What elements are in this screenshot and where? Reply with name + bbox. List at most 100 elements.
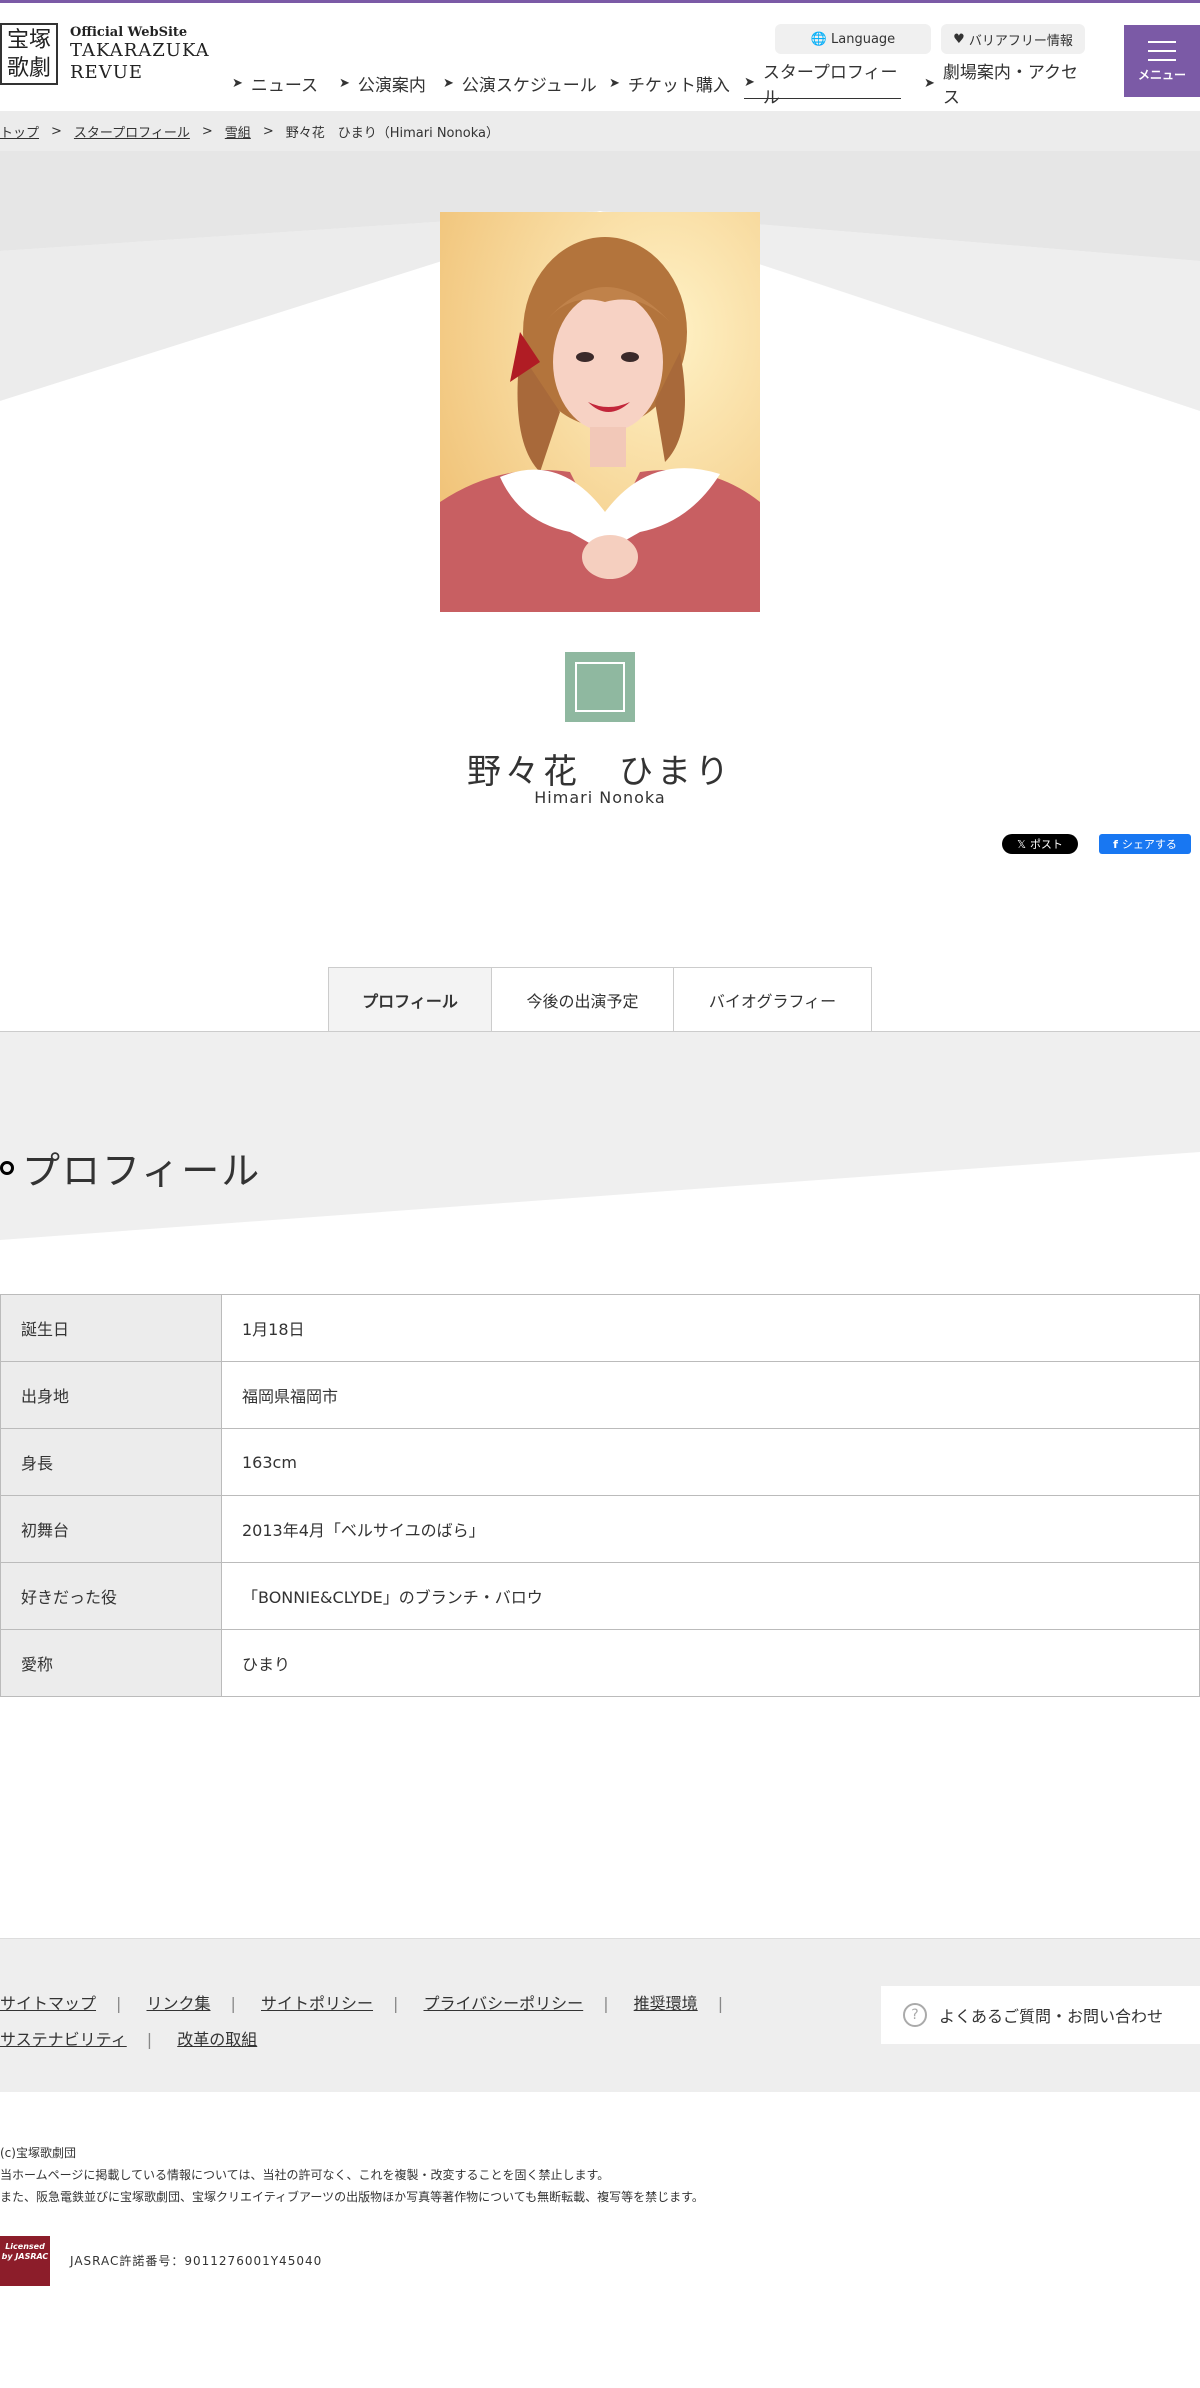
row-label: 誕生日	[0, 1294, 222, 1362]
copyright: (c)宝塚歌劇団	[0, 2146, 76, 2160]
breadcrumb-separator: >	[201, 123, 213, 139]
tab-label: プロフィール	[362, 992, 458, 1011]
jasrac-license: JASRAC許諾番号：9011276001Y45040	[70, 2254, 323, 2268]
facebook-share-label: シェアする	[1121, 838, 1177, 851]
row-label: 好きだった役	[0, 1562, 222, 1630]
footer-link-sustainability[interactable]: サステナビリティ	[0, 2030, 127, 2049]
star-name-jp: 野々花 ひまり	[467, 752, 733, 792]
footer-divider: |	[116, 1994, 122, 2013]
facebook-share-button[interactable]: f シェアする	[1099, 834, 1191, 854]
footer-divider: |	[393, 1994, 399, 2013]
chevron-right-icon: ➤	[609, 75, 620, 91]
row-label: 出身地	[0, 1361, 222, 1429]
row-value: ひまり	[221, 1629, 1200, 1697]
globe-icon: 🌐	[810, 31, 828, 47]
row-value: 福岡県福岡市	[221, 1361, 1200, 1429]
row-value: 1月18日	[221, 1294, 1200, 1362]
profile-tabs: プロフィール 今後の出演予定 バイオグラフィー	[328, 967, 872, 1032]
footer-link-reform[interactable]: 改革の取組	[177, 2030, 257, 2049]
star-name-en: Himari Nonoka	[534, 788, 666, 807]
language-button[interactable]: 🌐 Language	[775, 24, 931, 54]
tab-label: 今後の出演予定	[526, 992, 639, 1011]
footer-divider: |	[230, 1994, 236, 2013]
menu-label: メニュー	[1137, 68, 1186, 82]
table-row: 好きだった役 「BONNIE&CLYDE」のブランチ・バロウ	[0, 1562, 1200, 1630]
breadcrumb-separator: >	[51, 123, 62, 139]
copyright-notice-2: また、阪急電鉄並びに宝塚歌劇団、宝塚クリエイティブアーツの出版物ほか写真等著作物…	[0, 2190, 704, 2204]
nav-label: ニュース	[250, 75, 319, 96]
barrier-free-button[interactable]: ♥ バリアフリー情報	[941, 24, 1085, 54]
row-label: 初舞台	[0, 1495, 222, 1563]
language-label: Language	[831, 31, 896, 47]
nav-item-star-profile[interactable]: ➤ スタープロフィール	[744, 63, 901, 108]
breadcrumb-separator: >	[262, 123, 274, 139]
chevron-right-icon: ➤	[744, 75, 755, 90]
tab-label: バイオグラフィー	[708, 992, 837, 1011]
copyright-block: (c)宝塚歌劇団 当ホームページに掲載している情報については、当社の許可なく、こ…	[0, 2142, 704, 2208]
circle-bullet-icon	[0, 1160, 14, 1175]
nav-label: チケット購入	[627, 75, 730, 96]
section-title-text: プロフィール	[22, 1149, 262, 1193]
breadcrumb: トップ > スタープロフィール > 雪組 > 野々花 ひまり（Himari No…	[0, 111, 1200, 151]
logo-title-line1: TAKARAZUKA	[70, 39, 210, 61]
star-portrait	[440, 212, 760, 612]
tab-upcoming[interactable]: 今後の出演予定	[492, 967, 674, 1032]
section-background	[0, 1032, 1200, 1240]
logo-kanji-line1: 宝塚	[6, 28, 51, 53]
breadcrumb-top-link[interactable]: トップ	[0, 122, 39, 141]
row-label: 愛称	[0, 1629, 222, 1697]
site-header: 宝塚 歌劇 Official WebSite TAKARAZUKA REVUE …	[0, 3, 1200, 111]
snow-troupe-icon	[575, 662, 625, 712]
footer-divider: |	[717, 1994, 724, 2013]
hamburger-icon	[1148, 41, 1176, 61]
global-nav: ➤ ニュース ➤ 公演案内 ➤ 公演スケジュール ➤ チケット購入 ➤ スタープロフィール…	[232, 63, 1084, 109]
logo-title-line2: REVUE	[70, 61, 144, 83]
chevron-right-icon: ➤	[443, 75, 454, 91]
jasrac-logo-text: Licensed by JASRAC	[1, 2242, 49, 2261]
faq-contact-button[interactable]: ? よくあるご質問・お問い合わせ	[881, 1986, 1200, 2044]
nav-item-schedule[interactable]: ➤ 公演スケジュール	[443, 67, 609, 99]
nav-label: 劇場案内・アクセス	[942, 63, 1079, 108]
facebook-icon: f	[1113, 837, 1118, 851]
tab-biography[interactable]: バイオグラフィー	[674, 967, 872, 1032]
footer-link-sitemap[interactable]: サイトマップ	[0, 1994, 96, 2013]
site-logo[interactable]: 宝塚 歌劇 Official WebSite TAKARAZUKA REVUE	[0, 23, 210, 85]
nav-item-tickets[interactable]: ➤ チケット購入	[609, 67, 744, 99]
faq-label: よくあるご質問・お問い合わせ	[939, 2007, 1164, 2026]
x-icon: 𝕏	[1017, 837, 1026, 851]
heart-icon: ♥	[953, 31, 965, 47]
nav-item-news[interactable]: ➤ ニュース	[232, 67, 339, 99]
troupe-emblem	[565, 652, 635, 722]
table-row: 出身地 福岡県福岡市	[0, 1361, 1200, 1429]
tab-profile[interactable]: プロフィール	[328, 967, 492, 1032]
chevron-right-icon: ➤	[232, 75, 243, 91]
table-row: 初舞台 2013年4月「ベルサイユのばら」	[0, 1495, 1200, 1563]
section-title: プロフィール	[0, 1140, 261, 1195]
chevron-right-icon: ➤	[339, 75, 350, 91]
nav-item-performances[interactable]: ➤ 公演案内	[339, 67, 443, 99]
copyright-notice-1: 当ホームページに掲載している情報については、当社の許可なく、これを複製・改変する…	[0, 2168, 610, 2182]
footer-divider: |	[603, 1994, 609, 2013]
chevron-right-icon: ➤	[924, 75, 935, 91]
row-label: 身長	[0, 1428, 222, 1496]
question-icon: ?	[903, 2003, 927, 2027]
logo-kanji-line2: 歌劇	[6, 56, 51, 81]
footer-link-environment[interactable]: 推奨環境	[634, 1994, 698, 2013]
footer-link-privacy[interactable]: プライバシーポリシー	[424, 1994, 584, 2013]
menu-button[interactable]: メニュー	[1124, 25, 1200, 97]
footer-link-site-policy[interactable]: サイトポリシー	[261, 1994, 373, 2013]
footer-divider: |	[146, 2030, 153, 2049]
row-value: 163cm	[221, 1428, 1200, 1496]
breadcrumb-star-profile-link[interactable]: スタープロフィール	[74, 122, 190, 141]
row-value: 2013年4月「ベルサイユのばら」	[221, 1495, 1200, 1563]
table-row: 誕生日 1月18日	[0, 1294, 1200, 1362]
table-row: 愛称 ひまり	[0, 1629, 1200, 1697]
footer-link-links[interactable]: リンク集	[147, 1994, 211, 2013]
nav-item-theater-access[interactable]: ➤ 劇場案内・アクセス	[924, 63, 1084, 108]
barrier-free-label: バリアフリー情報	[968, 33, 1073, 49]
jasrac-logo: Licensed by JASRAC	[0, 2236, 50, 2286]
nav-label: スタープロフィール	[762, 62, 898, 108]
x-share-button[interactable]: 𝕏 ポスト	[1002, 834, 1078, 854]
breadcrumb-troupe-link[interactable]: 雪組	[225, 122, 251, 141]
nav-label: 公演案内	[357, 75, 426, 96]
